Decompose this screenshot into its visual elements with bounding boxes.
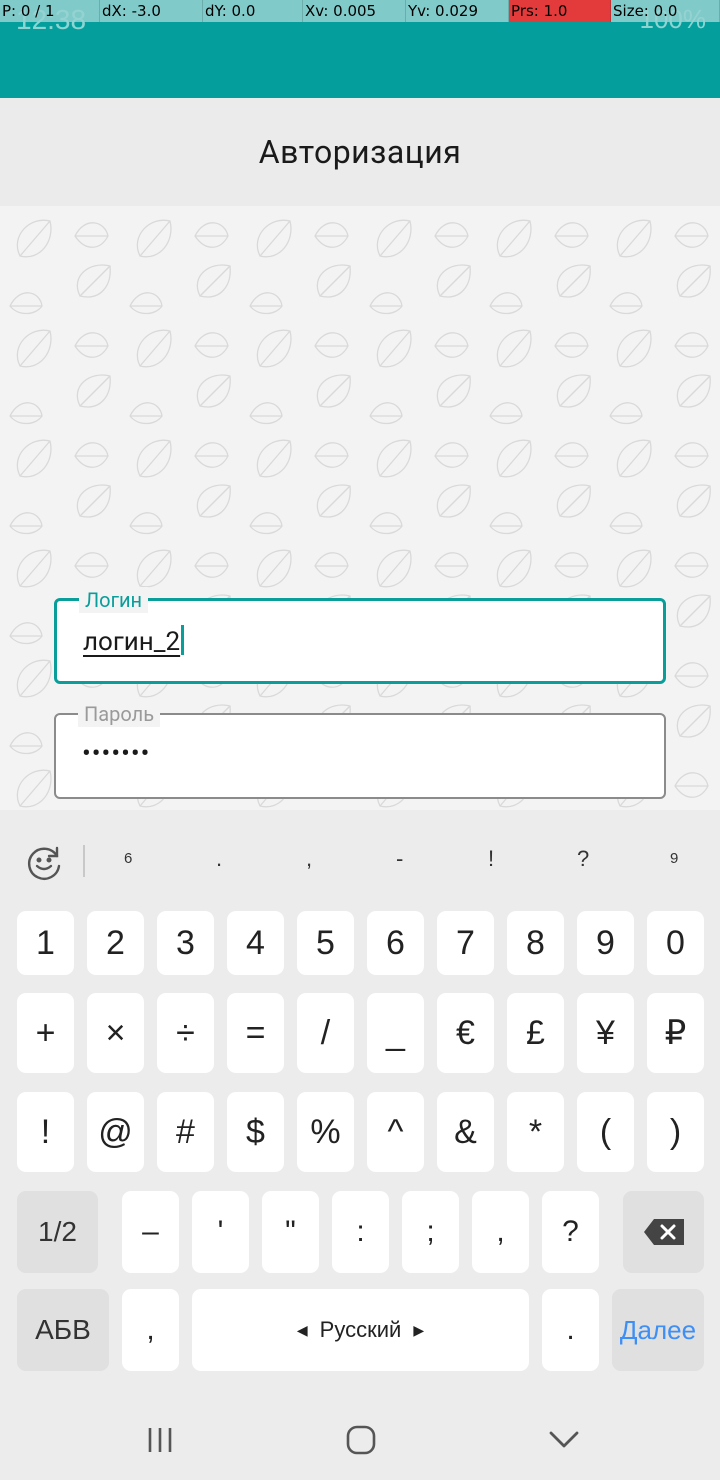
- home-icon: [346, 1425, 376, 1455]
- key[interactable]: $: [227, 1092, 284, 1172]
- password-input-value[interactable]: •••••••: [82, 739, 150, 769]
- key[interactable]: 5: [297, 911, 354, 975]
- key[interactable]: &: [437, 1092, 494, 1172]
- key[interactable]: =: [227, 993, 284, 1073]
- key[interactable]: 7: [437, 911, 494, 975]
- debug-pointer: P: 0 / 1: [0, 0, 100, 22]
- key[interactable]: £: [507, 993, 564, 1073]
- suggestion-item[interactable]: .: [216, 846, 222, 872]
- key[interactable]: ": [262, 1191, 319, 1273]
- key[interactable]: 1: [17, 911, 74, 975]
- login-field[interactable]: Логин логин_2: [54, 587, 666, 684]
- login-label: Логин: [79, 587, 149, 613]
- password-field[interactable]: Пароль •••••••: [54, 701, 666, 799]
- key[interactable]: /: [297, 993, 354, 1073]
- suggestion-divider: [83, 845, 85, 877]
- key[interactable]: –: [122, 1191, 179, 1273]
- key[interactable]: ₽: [647, 993, 704, 1073]
- text-cursor: [181, 625, 185, 655]
- key[interactable]: 8: [507, 911, 564, 975]
- key[interactable]: !: [17, 1092, 74, 1172]
- caret-right-icon: ▶: [413, 1321, 425, 1338]
- key[interactable]: ): [647, 1092, 704, 1172]
- key[interactable]: ;: [402, 1191, 459, 1273]
- suggestion-item[interactable]: 6: [124, 850, 132, 867]
- key[interactable]: ¥: [577, 993, 634, 1073]
- key[interactable]: #: [157, 1092, 214, 1172]
- content-area: Логин логин_2 Пароль •••••••: [0, 206, 720, 810]
- recents-icon: [148, 1428, 172, 1452]
- recents-button[interactable]: [130, 1420, 190, 1460]
- key[interactable]: ?: [542, 1191, 599, 1273]
- key[interactable]: 3: [157, 911, 214, 975]
- key[interactable]: *: [507, 1092, 564, 1172]
- system-navigation-bar: [0, 1400, 720, 1480]
- debug-size: Size: 0.0: [611, 0, 720, 22]
- key[interactable]: (: [577, 1092, 634, 1172]
- spacebar-language-label: Русский: [319, 1317, 402, 1342]
- key[interactable]: %: [297, 1092, 354, 1172]
- period-key[interactable]: .: [542, 1289, 599, 1371]
- key[interactable]: @: [87, 1092, 144, 1172]
- suggestion-item[interactable]: ,: [306, 846, 312, 872]
- login-input-value[interactable]: логин_2: [83, 625, 185, 657]
- key[interactable]: ×: [87, 993, 144, 1073]
- key[interactable]: :: [332, 1191, 389, 1273]
- suggestion-item[interactable]: 9: [670, 850, 678, 867]
- key[interactable]: 4: [227, 911, 284, 975]
- alphabet-toggle-key[interactable]: АБВ: [17, 1289, 109, 1371]
- back-button[interactable]: [534, 1420, 594, 1460]
- key[interactable]: +: [17, 993, 74, 1073]
- key[interactable]: 2: [87, 911, 144, 975]
- onscreen-keyboard: 6 . , - ! ? 9 1 2 3 4 5 6 7 8 9 0 + × ÷ …: [0, 810, 720, 1400]
- suggestion-item[interactable]: -: [396, 846, 403, 872]
- keyboard-suggestion-row: 6 . , - ! ? 9: [0, 810, 720, 910]
- key[interactable]: ,: [472, 1191, 529, 1273]
- comma-key[interactable]: ,: [122, 1289, 179, 1371]
- suggestion-item[interactable]: ?: [577, 846, 589, 872]
- debug-dx: dX: -3.0: [100, 0, 203, 22]
- home-button[interactable]: [331, 1420, 391, 1460]
- debug-xv: Xv: 0.005: [303, 0, 406, 22]
- status-bar: 12:38 100% P: 0 / 1 dX: -3.0 dY: 0.0 Xv:…: [0, 0, 720, 98]
- page-toggle-key[interactable]: 1/2: [17, 1191, 98, 1273]
- next-key[interactable]: Далее: [612, 1289, 704, 1371]
- suggestion-item[interactable]: !: [488, 846, 494, 872]
- caret-left-icon: ◀: [296, 1321, 308, 1338]
- back-icon: [549, 1431, 579, 1448]
- key[interactable]: ': [192, 1191, 249, 1273]
- key[interactable]: €: [437, 993, 494, 1073]
- key[interactable]: 9: [577, 911, 634, 975]
- key[interactable]: _: [367, 993, 424, 1073]
- spacebar-key[interactable]: ◀ Русский ▶: [192, 1289, 529, 1371]
- key[interactable]: ^: [367, 1092, 424, 1172]
- pointer-debug-overlay: P: 0 / 1 dX: -3.0 dY: 0.0 Xv: 0.005 Yv: …: [0, 0, 720, 22]
- key[interactable]: 0: [647, 911, 704, 975]
- backspace-key[interactable]: [623, 1191, 704, 1273]
- debug-dy: dY: 0.0: [203, 0, 303, 22]
- key[interactable]: 6: [367, 911, 424, 975]
- debug-yv: Yv: 0.029: [406, 0, 509, 22]
- debug-pressure: Prs: 1.0: [509, 0, 611, 22]
- key[interactable]: ÷: [157, 993, 214, 1073]
- backspace-icon: [643, 1219, 684, 1245]
- emoji-rotate-icon[interactable]: [24, 842, 64, 882]
- password-label: Пароль: [78, 701, 161, 727]
- app-header: Авторизация: [0, 98, 720, 206]
- page-title: Авторизация: [258, 133, 462, 171]
